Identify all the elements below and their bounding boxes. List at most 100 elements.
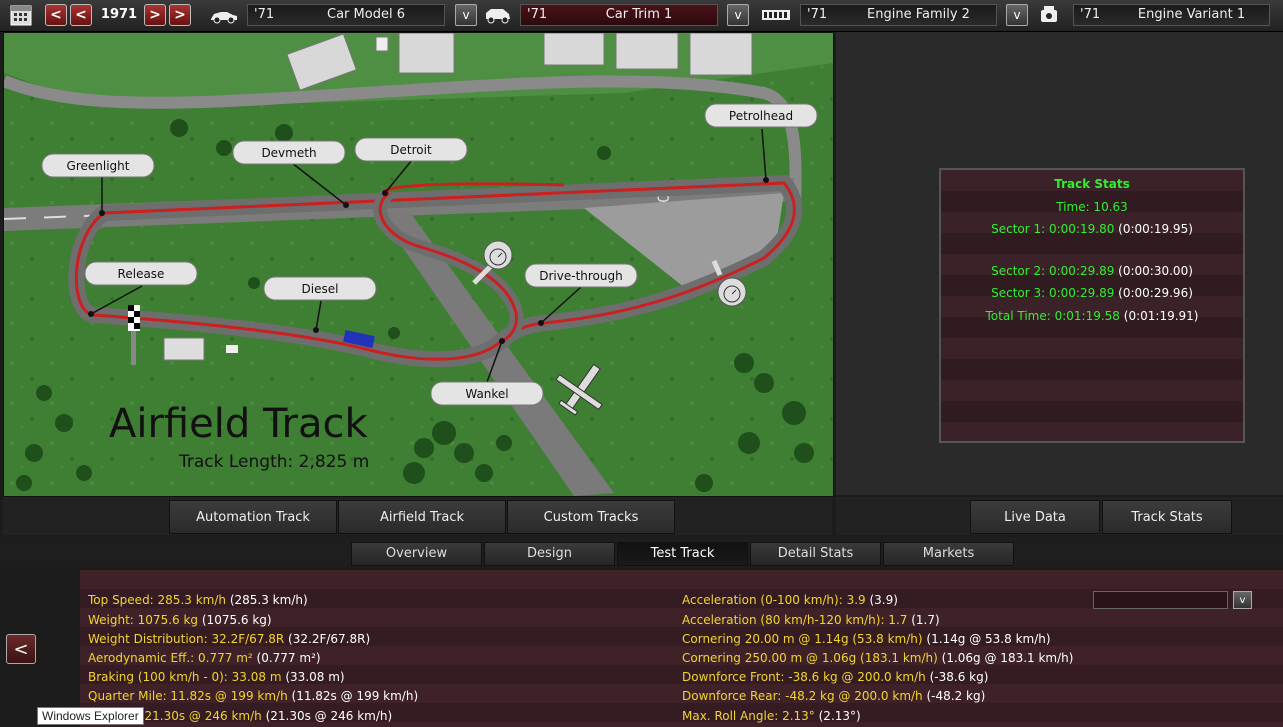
engine-variant-select[interactable]: '71 Engine Variant 1 bbox=[1073, 4, 1270, 26]
stat-ref: (3.9) bbox=[869, 593, 898, 607]
sector-2-row: Sector 2: 0:00:29.89 (0:00:30.00) bbox=[941, 264, 1243, 278]
corner-label-wankel: Wankel bbox=[465, 387, 508, 401]
track-stats-panel: Track Stats Time: 10.63 Sector 1: 0:00:1… bbox=[939, 168, 1245, 443]
engine-family-year: '71 bbox=[807, 7, 828, 22]
tab-test-track[interactable]: Test Track bbox=[617, 542, 748, 566]
stat-weight-distribution: Weight Distribution: 32.2F/67.8R (32.2F/… bbox=[88, 632, 370, 646]
corner-label-detroit: Detroit bbox=[390, 143, 432, 157]
stat-ref: (2.13°) bbox=[818, 709, 861, 723]
total-time-row: Total Time: 0:01:19.58 (0:01:19.91) bbox=[941, 309, 1243, 323]
engine-family-icon bbox=[760, 2, 792, 28]
car-model-select[interactable]: '71 Car Model 6 bbox=[247, 4, 445, 26]
car-trim-select[interactable]: '71 Car Trim 1 bbox=[520, 4, 718, 26]
stat-weight: Weight: 1075.6 kg (1075.6 kg) bbox=[88, 613, 272, 627]
year-display: 1971 bbox=[100, 7, 138, 22]
stat-acceleration-0-100: Acceleration (0-100 km/h): 3.9 (3.9) bbox=[682, 593, 898, 607]
stat-ref: (-38.6 kg) bbox=[929, 670, 989, 684]
year-next-far-button[interactable]: > bbox=[169, 4, 191, 26]
engine-variant-icon bbox=[1036, 2, 1062, 28]
sector-3-time: Sector 3: 0:00:29.89 bbox=[991, 286, 1115, 300]
stat-acceleration-80-120: Acceleration (80 km/h-120 km/h): 1.7 (1.… bbox=[682, 613, 940, 627]
engine-family-select[interactable]: '71 Engine Family 2 bbox=[800, 4, 997, 26]
car-model-name: Car Model 6 bbox=[327, 7, 405, 22]
stat-quarter-mile: Quarter Mile: 11.82s @ 199 km/h (11.82s … bbox=[88, 689, 418, 703]
tab-design[interactable]: Design bbox=[484, 542, 615, 566]
stat-value: Weight Distribution: 32.2F/67.8R bbox=[88, 632, 285, 646]
tab-automation-track[interactable]: Automation Track bbox=[169, 500, 337, 534]
tab-custom-tracks[interactable]: Custom Tracks bbox=[507, 500, 675, 534]
stat-cornering-20: Cornering 20.00 m @ 1.14g (53.8 km/h) (1… bbox=[682, 632, 1051, 646]
tab-track-stats[interactable]: Track Stats bbox=[1102, 500, 1232, 534]
checkered-flag-icon bbox=[128, 305, 140, 331]
stat-kilometer: km: 21.30s @ 246 km/h (21.30s @ 246 km/h… bbox=[118, 709, 392, 723]
stat-aero-efficiency: Aerodynamic Eff.: 0.777 m² (0.777 m²) bbox=[88, 651, 321, 665]
stat-braking: Braking (100 km/h - 0): 33.08 m (33.08 m… bbox=[88, 670, 345, 684]
stat-ref: (285.3 km/h) bbox=[229, 593, 308, 607]
comparison-select[interactable] bbox=[1093, 591, 1228, 609]
corner-label-greenlight: Greenlight bbox=[67, 159, 130, 173]
comparison-dropdown-button[interactable]: v bbox=[1233, 591, 1252, 609]
stat-cornering-250: Cornering 250.00 m @ 1.06g (183.1 km/h) … bbox=[682, 651, 1073, 665]
total-time: Total Time: 0:01:19.58 bbox=[985, 309, 1120, 323]
stat-top-speed: Top Speed: 285.3 km/h (285.3 km/h) bbox=[88, 593, 308, 607]
sector-1-row: Sector 1: 0:00:19.80 (0:00:19.95) bbox=[941, 222, 1243, 236]
total-time-ref: (0:01:19.91) bbox=[1123, 309, 1199, 323]
track-length: Track Length: 2,825 m bbox=[178, 452, 369, 472]
engine-variant-year: '71 bbox=[1080, 7, 1101, 22]
stat-max-roll-angle: Max. Roll Angle: 2.13° (2.13°) bbox=[682, 709, 861, 723]
stat-value: Top Speed: 285.3 km/h bbox=[88, 593, 226, 607]
engine-family-name: Engine Family 2 bbox=[867, 7, 970, 22]
top-bar: < < 1971 > > '71 Car Model 6 v '71 Car T… bbox=[0, 0, 1283, 32]
car-trim-name: Car Trim 1 bbox=[605, 7, 673, 22]
corner-label-devmeth: Devmeth bbox=[261, 146, 316, 160]
stat-ref: (1.7) bbox=[911, 613, 940, 627]
stat-value: Downforce Front: -38.6 kg @ 200.0 km/h bbox=[682, 670, 926, 684]
engine-variant-name: Engine Variant 1 bbox=[1137, 7, 1246, 22]
track-map-graphic: 07 Greenlight Devmeth Detroit Petrolhead… bbox=[4, 33, 833, 496]
sector-2-time: Sector 2: 0:00:29.89 bbox=[991, 264, 1115, 278]
year-next-button[interactable]: > bbox=[144, 4, 166, 26]
engine-family-dropdown-button[interactable]: v bbox=[1006, 4, 1028, 26]
corner-label-drive-through: Drive-through bbox=[539, 269, 622, 283]
stat-value: Braking (100 km/h - 0): 33.08 m bbox=[88, 670, 282, 684]
stat-downforce-rear: Downforce Rear: -48.2 kg @ 200.0 km/h (-… bbox=[682, 689, 985, 703]
year-prev-button[interactable]: < bbox=[70, 4, 92, 26]
stat-value: Acceleration (80 km/h-120 km/h): 1.7 bbox=[682, 613, 908, 627]
car-trim-year: '71 bbox=[527, 7, 548, 22]
stat-value: Quarter Mile: 11.82s @ 199 km/h bbox=[88, 689, 288, 703]
car-trim-dropdown-button[interactable]: v bbox=[727, 4, 749, 26]
year-prev-far-button[interactable]: < bbox=[45, 4, 67, 26]
stat-value: Downforce Rear: -48.2 kg @ 200.0 km/h bbox=[682, 689, 923, 703]
stat-value: Cornering 250.00 m @ 1.06g (183.1 km/h) bbox=[682, 651, 938, 665]
stat-ref: (1.14g @ 53.8 km/h) bbox=[926, 632, 1051, 646]
car-model-year: '71 bbox=[254, 7, 275, 22]
corner-label-diesel: Diesel bbox=[302, 282, 339, 296]
track-map: 07 Greenlight Devmeth Detroit Petrolhead… bbox=[3, 32, 834, 497]
corner-label-petrolhead: Petrolhead bbox=[729, 109, 793, 123]
tooltip: Windows Explorer bbox=[37, 707, 144, 725]
stat-ref: (33.08 m) bbox=[285, 670, 345, 684]
back-button[interactable]: < bbox=[6, 634, 36, 664]
tab-live-data[interactable]: Live Data bbox=[970, 500, 1100, 534]
sector-3-ref: (0:00:29.96) bbox=[1118, 286, 1193, 300]
track-stats-time: Time: 10.63 bbox=[1056, 200, 1128, 214]
track-title: Airfield Track bbox=[109, 401, 368, 447]
tab-overview[interactable]: Overview bbox=[351, 542, 482, 566]
stat-ref: (1.06g @ 183.1 km/h) bbox=[941, 651, 1074, 665]
tab-airfield-track[interactable]: Airfield Track bbox=[338, 500, 506, 534]
stat-ref: (32.2F/67.8R) bbox=[288, 632, 371, 646]
sector-1-time: Sector 1: 0:00:19.80 bbox=[991, 222, 1115, 236]
track-stats-heading: Track Stats bbox=[1054, 177, 1130, 191]
car-trim-icon bbox=[482, 2, 514, 28]
tab-markets[interactable]: Markets bbox=[883, 542, 1014, 566]
stat-ref: (21.30s @ 246 km/h) bbox=[265, 709, 393, 723]
car-icon bbox=[208, 2, 240, 28]
tab-detail-stats[interactable]: Detail Stats bbox=[750, 542, 881, 566]
corner-label-release: Release bbox=[118, 267, 165, 281]
stat-value: Acceleration (0-100 km/h): 3.9 bbox=[682, 593, 866, 607]
stat-ref: (11.82s @ 199 km/h) bbox=[291, 689, 419, 703]
calendar-icon[interactable] bbox=[8, 2, 34, 28]
car-model-dropdown-button[interactable]: v bbox=[455, 4, 477, 26]
stat-value: Max. Roll Angle: 2.13° bbox=[682, 709, 815, 723]
stat-downforce-front: Downforce Front: -38.6 kg @ 200.0 km/h (… bbox=[682, 670, 988, 684]
